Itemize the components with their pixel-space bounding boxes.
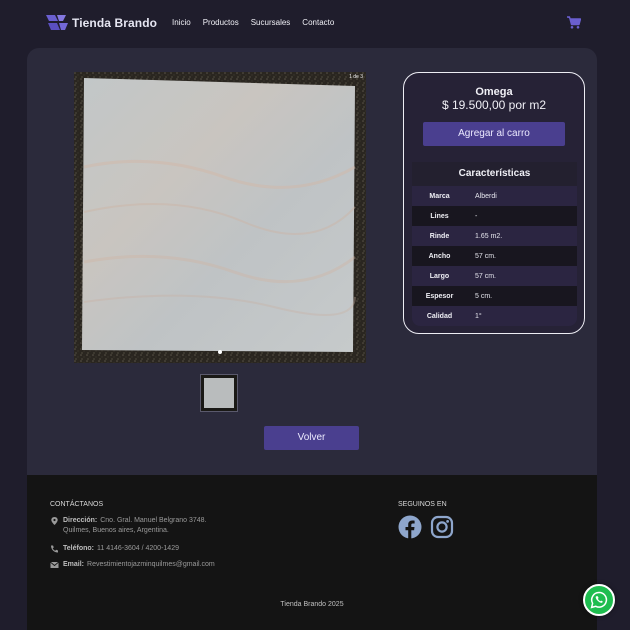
social-links <box>398 515 462 539</box>
envelope-icon <box>50 561 59 568</box>
email-address[interactable]: Revestimientojazminquilmes@gmail.com <box>87 561 215 569</box>
brand-logo-icon <box>46 15 68 30</box>
copyright: Tienda Brando 2025 <box>280 601 344 608</box>
spec-row: Ancho 57 cm. <box>412 246 577 266</box>
spec-value: 1° <box>475 312 482 320</box>
spec-value: - <box>475 212 478 220</box>
product-image <box>74 72 366 363</box>
map-pin-icon <box>51 517 58 525</box>
email-line: Email: Revestimientojazminquilmes@gmail.c… <box>50 561 215 569</box>
address-line: Dirección: Cno. Gral. Manuel Belgrano 374… <box>50 517 206 534</box>
footer: CONTÁCTANOS Dirección: Cno. Gral. Manuel … <box>27 475 597 630</box>
spec-key: Lines <box>430 212 449 220</box>
spec-key: Rinde <box>429 232 450 240</box>
product-info-panel: Omega $ 19.500,00 por m2 Agregar al carr… <box>403 72 585 334</box>
spec-row: Marca Alberdi <box>412 186 577 206</box>
contact-title: CONTÁCTANOS <box>50 501 104 508</box>
specs-rows: Marca Alberdi Lines - Rinde 1.65 m2. Anc… <box>412 186 577 326</box>
spec-row: Calidad 1° <box>412 306 577 326</box>
add-to-cart-button[interactable]: Agregar al carro <box>423 122 565 146</box>
phone-label: Teléfono: <box>63 545 94 552</box>
phone-line: Teléfono: 11 4146-3604 / 4200-1429 <box>50 545 179 553</box>
product-name: Omega <box>475 86 513 98</box>
phone-number: 11 4146-3604 / 4200-1429 <box>96 545 179 552</box>
product-price: $ 19.500,00 por m2 <box>441 98 547 112</box>
spec-key: Calidad <box>426 312 453 320</box>
product-thumbnail[interactable] <box>200 374 238 412</box>
spec-row: Lines - <box>412 206 577 226</box>
nav-link-inicio[interactable]: Inicio <box>172 18 191 27</box>
facebook-icon[interactable] <box>398 515 422 539</box>
address-line1: Cno. Gral. Manuel Belgrano 3748. <box>100 517 207 524</box>
cart-icon[interactable] <box>567 16 581 29</box>
nav-link-contacto[interactable]: Contacto <box>302 18 334 27</box>
spec-key: Largo <box>429 272 450 280</box>
spec-value: 57 cm. <box>475 272 497 280</box>
social-title: SEGUINOS EN <box>398 501 447 508</box>
thumbnail-image <box>204 378 234 408</box>
spec-row: Espesor 5 cm. <box>412 286 577 306</box>
nav-link-sucursales[interactable]: Sucursales <box>251 18 291 27</box>
product-image-carousel[interactable]: 1 de 3 <box>74 72 366 363</box>
phone-icon <box>51 545 58 553</box>
specs-title: Características <box>412 162 577 186</box>
spec-key: Marca <box>429 192 450 200</box>
brand[interactable]: Tienda Brando <box>46 15 157 30</box>
specs-table: Características Marca Alberdi Lines - Ri… <box>412 162 577 326</box>
spec-value: Alberdi <box>475 192 497 200</box>
carousel-indicator[interactable] <box>218 350 222 354</box>
nav-link-productos[interactable]: Productos <box>203 18 239 27</box>
address-label: Dirección: <box>63 517 98 524</box>
brand-name: Tienda Brando <box>72 15 158 30</box>
spec-row: Rinde 1.65 m2. <box>412 226 577 246</box>
spec-value: 57 cm. <box>475 252 497 260</box>
spec-value: 5 cm. <box>475 292 493 300</box>
spec-key: Ancho <box>428 252 451 260</box>
spec-row: Largo 57 cm. <box>412 266 577 286</box>
nav-links: Inicio Productos Sucursales Contacto <box>172 18 346 27</box>
spec-value: 1.65 m2. <box>475 232 503 240</box>
carousel-counter: 1 de 3 <box>349 74 363 80</box>
whatsapp-icon <box>590 591 608 609</box>
email-label: Email: <box>63 561 85 568</box>
spec-key: Espesor <box>425 292 454 300</box>
navbar: Tienda Brando Inicio Productos Sucursale… <box>0 0 630 46</box>
address-line2: Quilmes, Buenos aires, Argentina. <box>63 527 169 534</box>
back-button[interactable]: Volver <box>264 426 359 450</box>
whatsapp-button[interactable] <box>583 584 615 616</box>
instagram-icon[interactable] <box>430 515 454 539</box>
